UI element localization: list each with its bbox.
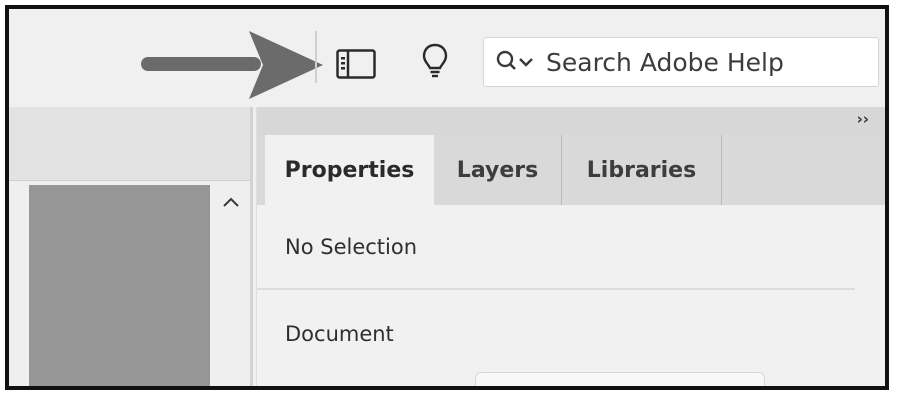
panel-splitter[interactable] xyxy=(250,107,253,386)
lightbulb-icon[interactable] xyxy=(422,43,448,79)
panel-tab-bar: Properties Layers Libraries xyxy=(257,135,885,206)
help-search-box[interactable] xyxy=(483,37,879,87)
search-input[interactable] xyxy=(546,45,866,79)
toolbar-divider xyxy=(315,31,317,83)
properties-panel: ›› Properties Layers Libraries No Select… xyxy=(257,107,885,386)
panel-layout-icon[interactable] xyxy=(336,49,376,79)
selection-status: No Selection xyxy=(285,235,418,259)
artboard-canvas[interactable] xyxy=(29,185,210,386)
search-dropdown-icon[interactable] xyxy=(496,49,540,75)
section-divider xyxy=(257,288,855,290)
tab-properties[interactable]: Properties xyxy=(265,135,434,206)
right-arrow-icon xyxy=(141,31,323,99)
panel-header-strip: ›› xyxy=(257,107,885,135)
application-bar xyxy=(9,9,885,107)
canvas-header-strip xyxy=(9,107,250,181)
collapse-panel-icon[interactable]: ›› xyxy=(857,110,869,128)
scroll-up-icon[interactable] xyxy=(222,195,240,209)
tab-layers[interactable]: Layers xyxy=(434,135,562,205)
document-dropdown[interactable] xyxy=(475,372,765,386)
tab-libraries[interactable]: Libraries xyxy=(562,135,722,205)
screenshot-frame: ›› Properties Layers Libraries No Select… xyxy=(5,5,889,390)
document-canvas-area xyxy=(9,107,250,386)
document-section-title: Document xyxy=(285,322,394,346)
